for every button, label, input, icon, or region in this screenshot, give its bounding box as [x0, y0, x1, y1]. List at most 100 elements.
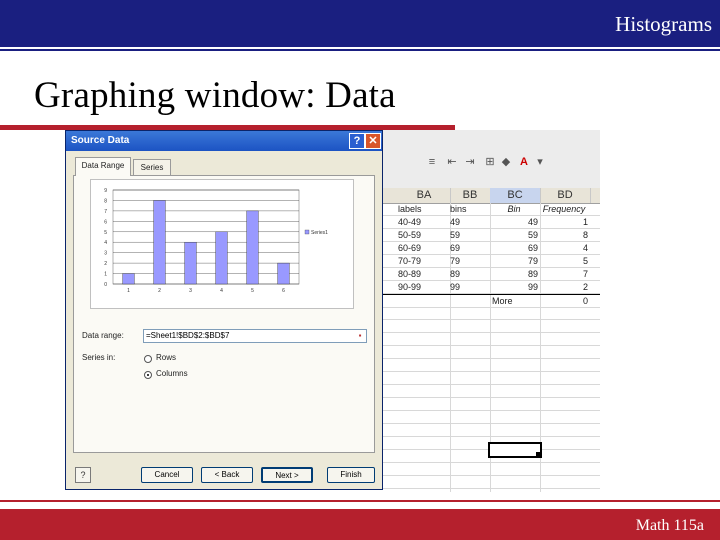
y-tick-label: 7	[104, 209, 107, 215]
table-row	[378, 359, 600, 372]
column-header[interactable]: BA	[398, 188, 451, 203]
cell[interactable]: Bin	[490, 203, 540, 215]
spreadsheet: ≡ ⇤ ⇥ ⊞ ◆ A ▾ BA BB BC BD labels bins Bi…	[378, 130, 600, 492]
align-icon[interactable]: ≡	[426, 156, 438, 168]
cell[interactable]: 69	[450, 242, 490, 254]
cell[interactable]: 1	[540, 216, 590, 228]
help-icon[interactable]: ?	[75, 467, 91, 483]
x-tick-label: 6	[282, 288, 285, 294]
cell[interactable]: labels	[398, 203, 440, 215]
borders-icon[interactable]: ⊞	[484, 156, 496, 168]
columns-radio[interactable]	[144, 371, 152, 379]
cell[interactable]	[398, 295, 440, 307]
cell[interactable]: 90-99	[398, 281, 440, 293]
font-color-icon[interactable]: A	[518, 156, 530, 168]
cell[interactable]: Frequency	[540, 203, 590, 215]
cell[interactable]: 89	[450, 268, 490, 280]
y-tick-label: 0	[104, 282, 107, 288]
column-header[interactable]: BC	[490, 188, 541, 203]
help-button[interactable]: ?	[349, 133, 365, 149]
chart-preview: 0 1 2 3 4 5 6 7 8 9 1 2 3 4 5 6 Series1	[90, 179, 354, 309]
cell[interactable]: 99	[450, 281, 490, 293]
table-row: 60-69 69 69 4	[378, 242, 600, 255]
selected-cell[interactable]	[488, 442, 542, 458]
cell[interactable]: 8	[540, 229, 590, 241]
bar	[153, 200, 166, 285]
cell[interactable]: 5	[540, 255, 590, 267]
next-button[interactable]: Next >	[261, 467, 313, 483]
column-header[interactable]: BB	[450, 188, 491, 203]
collapse-dialog-icon[interactable]: ▪	[355, 331, 365, 341]
close-button[interactable]: ✕	[365, 133, 381, 149]
table-row	[378, 333, 600, 346]
cell[interactable]: 79	[490, 255, 540, 267]
y-tick-label: 2	[104, 261, 107, 267]
y-tick-label: 5	[104, 230, 107, 236]
data-range-input[interactable]: =Sheet1!$BD$2:$BD$7	[143, 329, 367, 343]
cell[interactable]: 40-49	[398, 216, 440, 228]
outdent-icon[interactable]: ⇥	[464, 156, 476, 168]
fill-color-icon[interactable]: ◆	[500, 156, 512, 168]
header-divider	[0, 49, 720, 51]
cell[interactable]: 4	[540, 242, 590, 254]
series-in-label: Series in:	[82, 353, 116, 362]
cell[interactable]: bins	[450, 203, 490, 215]
cell[interactable]: 99	[490, 281, 540, 293]
cell[interactable]: 80-89	[398, 268, 440, 280]
footer-text: Math 115a	[635, 517, 704, 534]
table-row: 70-79 79 79 5	[378, 255, 600, 268]
table-row	[378, 463, 600, 476]
table-row	[378, 320, 600, 333]
cancel-button[interactable]: Cancel	[141, 467, 193, 483]
table-row	[378, 372, 600, 385]
cell[interactable]: 49	[450, 216, 490, 228]
chevron-down-icon[interactable]: ▾	[534, 156, 546, 168]
y-tick-label: 4	[104, 240, 107, 246]
rows-radio-label[interactable]: Rows	[156, 353, 176, 362]
cell[interactable]: 59	[490, 229, 540, 241]
table-row	[378, 424, 600, 437]
cell[interactable]: 60-69	[398, 242, 440, 254]
tab-series[interactable]: Series	[133, 159, 171, 175]
table-row	[378, 398, 600, 411]
column-header[interactable]: BD	[540, 188, 591, 203]
cell[interactable]: 69	[490, 242, 540, 254]
fill-handle[interactable]	[536, 452, 540, 456]
source-data-dialog: Source Data ? ✕ Data Range Series 0 1 2 3 4 5…	[65, 130, 383, 490]
footer-divider	[0, 500, 720, 502]
header-title: Histograms	[615, 12, 712, 36]
table-row	[378, 307, 600, 320]
legend-label: Series1	[311, 230, 328, 236]
cell[interactable]: 49	[490, 216, 540, 228]
indent-icon[interactable]: ⇤	[446, 156, 458, 168]
dialog-titlebar[interactable]: Source Data ? ✕	[66, 131, 382, 151]
dialog-title: Source Data	[71, 135, 130, 146]
y-tick-label: 6	[104, 219, 107, 225]
table-row: 40-49 49 49 1	[378, 216, 600, 229]
cell[interactable]: 89	[490, 268, 540, 280]
column-headers: BA BB BC BD	[378, 188, 600, 204]
columns-radio-label[interactable]: Columns	[156, 369, 188, 378]
header-bar: Histograms	[0, 0, 720, 47]
bar	[246, 210, 259, 285]
cell[interactable]: More	[490, 295, 542, 307]
table-row	[378, 411, 600, 424]
cell[interactable]: 79	[450, 255, 490, 267]
tab-data-range[interactable]: Data Range	[75, 157, 131, 176]
legend-swatch	[304, 229, 310, 235]
cell[interactable]: 59	[450, 229, 490, 241]
x-tick-label: 4	[220, 288, 223, 294]
table-row	[378, 385, 600, 398]
cell[interactable]: 50-59	[398, 229, 440, 241]
cell[interactable]: 7	[540, 268, 590, 280]
slide-title: Graphing window: Data	[34, 75, 396, 116]
cell[interactable]	[450, 295, 490, 307]
back-button[interactable]: < Back	[201, 467, 253, 483]
cell[interactable]: 0	[540, 295, 590, 307]
rows-radio[interactable]	[144, 355, 152, 363]
finish-button[interactable]: Finish	[327, 467, 375, 483]
table-row: 90-99 99 99 2	[378, 281, 600, 294]
cell[interactable]: 2	[540, 281, 590, 293]
cell[interactable]: 70-79	[398, 255, 440, 267]
y-tick-label: 3	[104, 251, 107, 257]
